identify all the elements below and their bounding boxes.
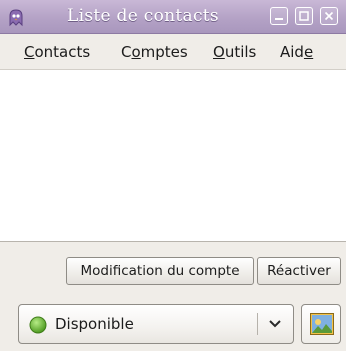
buddy-list-window: Liste de contacts Contacts Comptes Outil… bbox=[0, 0, 346, 351]
combo-separator bbox=[257, 313, 258, 335]
menu-comptes[interactable]: Comptes bbox=[121, 43, 188, 61]
minimize-icon bbox=[275, 18, 283, 20]
menu-outils-rest: utils bbox=[224, 43, 257, 61]
title-bar[interactable]: Liste de contacts bbox=[0, 0, 346, 34]
menu-contacts-mnemonic: C bbox=[24, 43, 35, 61]
menu-aide[interactable]: Aide bbox=[280, 43, 313, 61]
menu-comptes-rest: mptes bbox=[140, 43, 188, 61]
menu-comptes-first: C bbox=[121, 43, 132, 61]
menu-outils[interactable]: Outils bbox=[213, 43, 256, 61]
reactivate-button[interactable]: Réactiver bbox=[257, 257, 341, 285]
menu-aide-first: Aid bbox=[280, 43, 304, 61]
status-selector[interactable]: Disponible bbox=[18, 304, 294, 344]
minimize-button[interactable] bbox=[270, 7, 288, 25]
contact-list[interactable] bbox=[0, 70, 346, 242]
menu-contacts[interactable]: Contacts bbox=[24, 43, 90, 61]
close-button[interactable] bbox=[320, 7, 338, 25]
buddy-icon bbox=[310, 313, 334, 335]
modify-account-button[interactable]: Modification du compte bbox=[66, 257, 254, 285]
menu-comptes-mnemonic: o bbox=[131, 43, 141, 61]
menu-outils-mnemonic: O bbox=[213, 43, 225, 61]
chevron-down-icon bbox=[269, 320, 281, 328]
menu-aide-mnemonic: e bbox=[303, 43, 314, 61]
menu-bar: Contacts Comptes Outils Aide bbox=[0, 34, 346, 70]
menu-contacts-rest: ontacts bbox=[34, 43, 91, 61]
buddy-icon-button[interactable] bbox=[301, 304, 341, 344]
maximize-icon bbox=[299, 11, 309, 21]
status-label: Disponible bbox=[55, 315, 134, 333]
pidgin-app-icon[interactable] bbox=[6, 7, 26, 27]
available-status-icon bbox=[29, 316, 47, 334]
maximize-button[interactable] bbox=[295, 7, 313, 25]
window-title: Liste de contacts bbox=[67, 6, 219, 26]
close-icon bbox=[324, 11, 334, 21]
